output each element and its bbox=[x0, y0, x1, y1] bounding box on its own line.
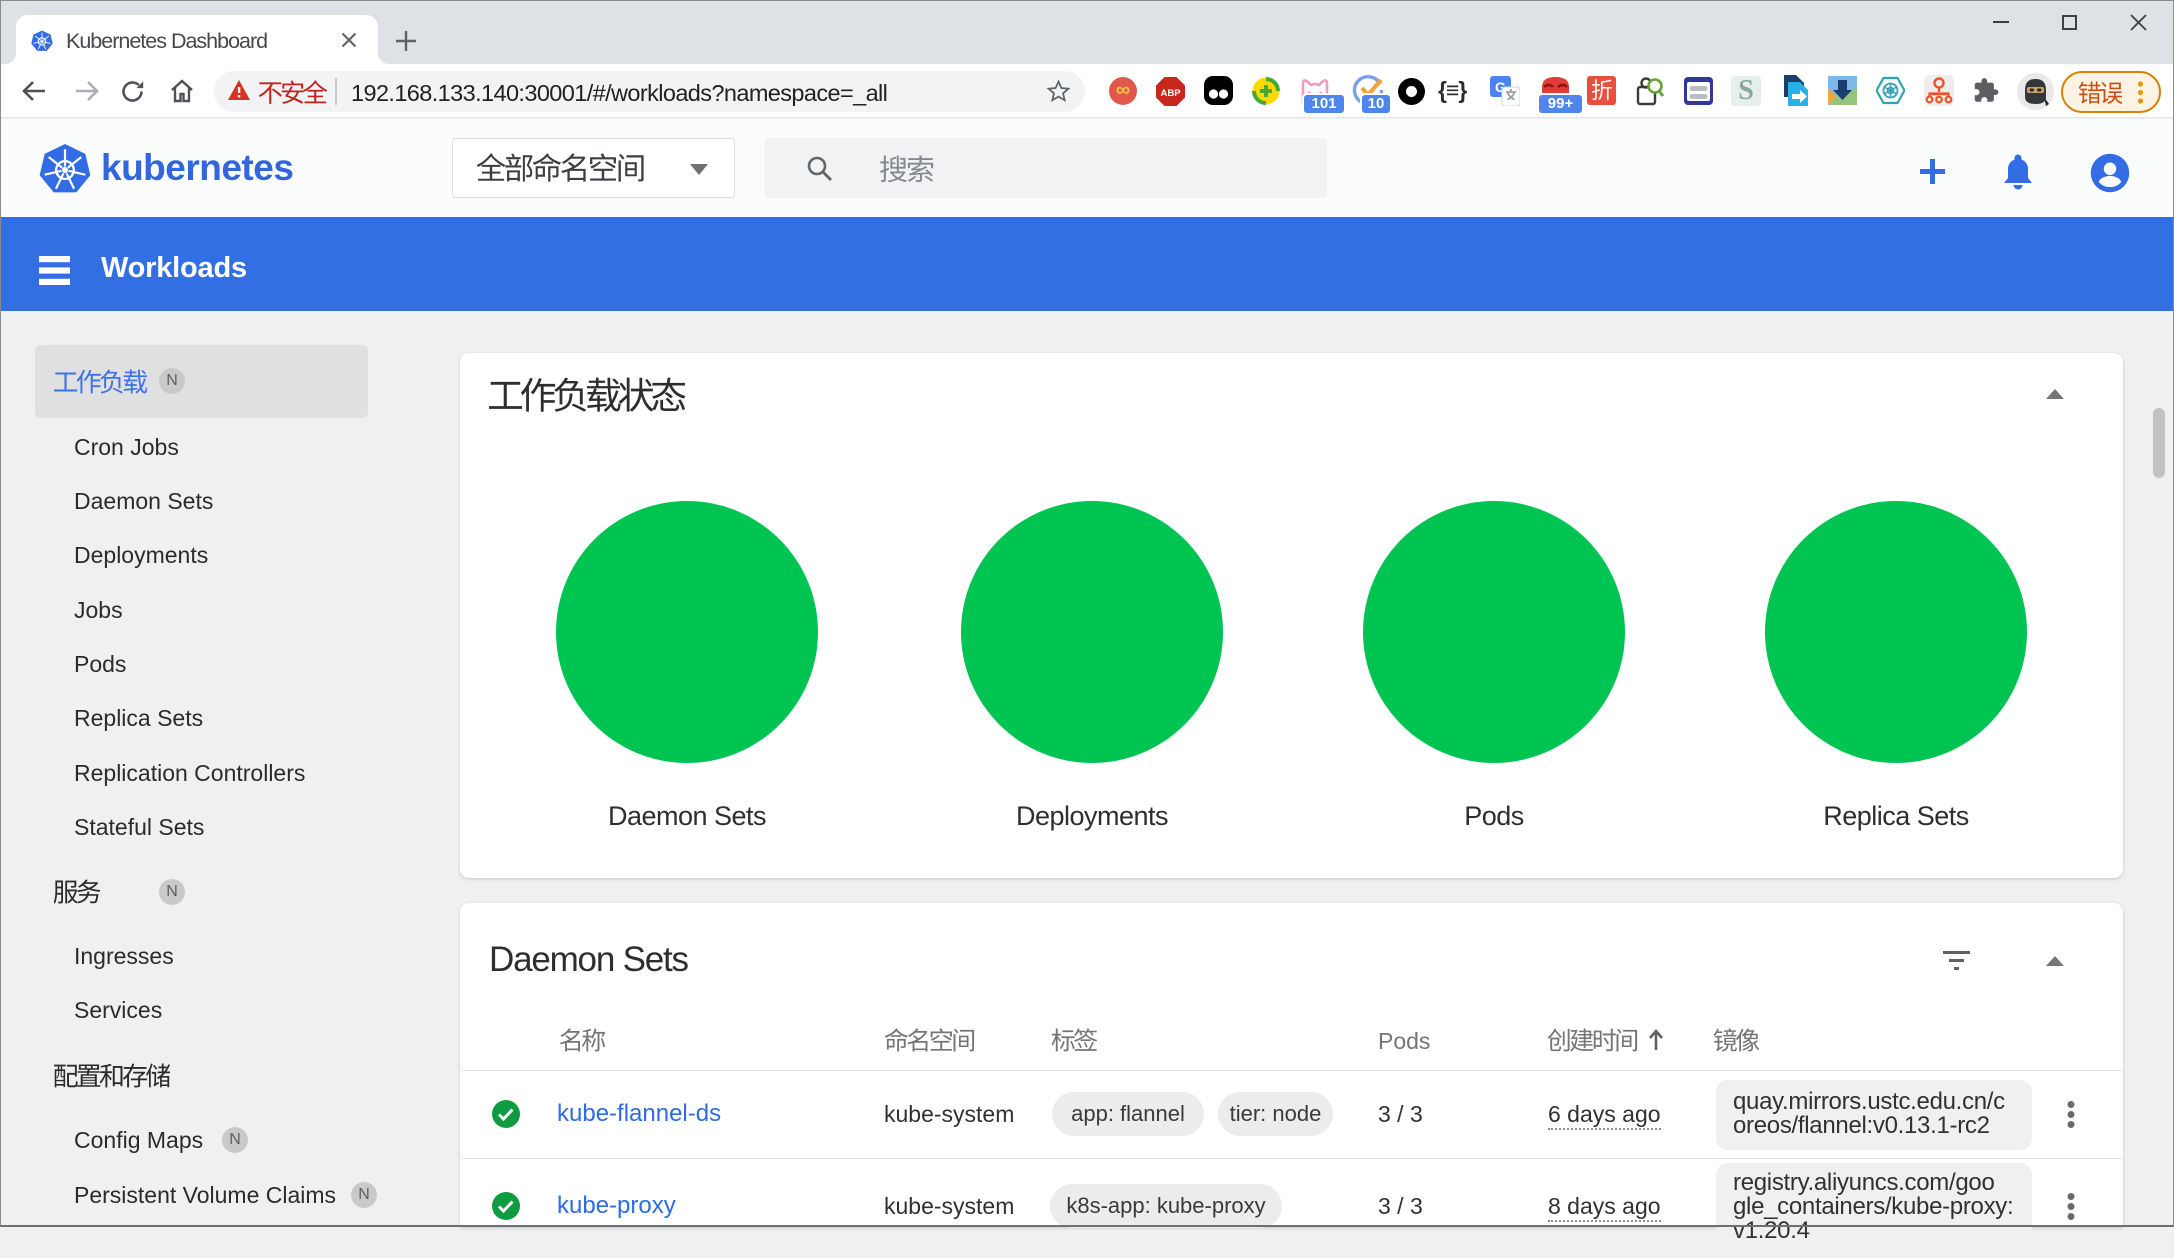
svg-text:ABP: ABP bbox=[1160, 88, 1181, 99]
